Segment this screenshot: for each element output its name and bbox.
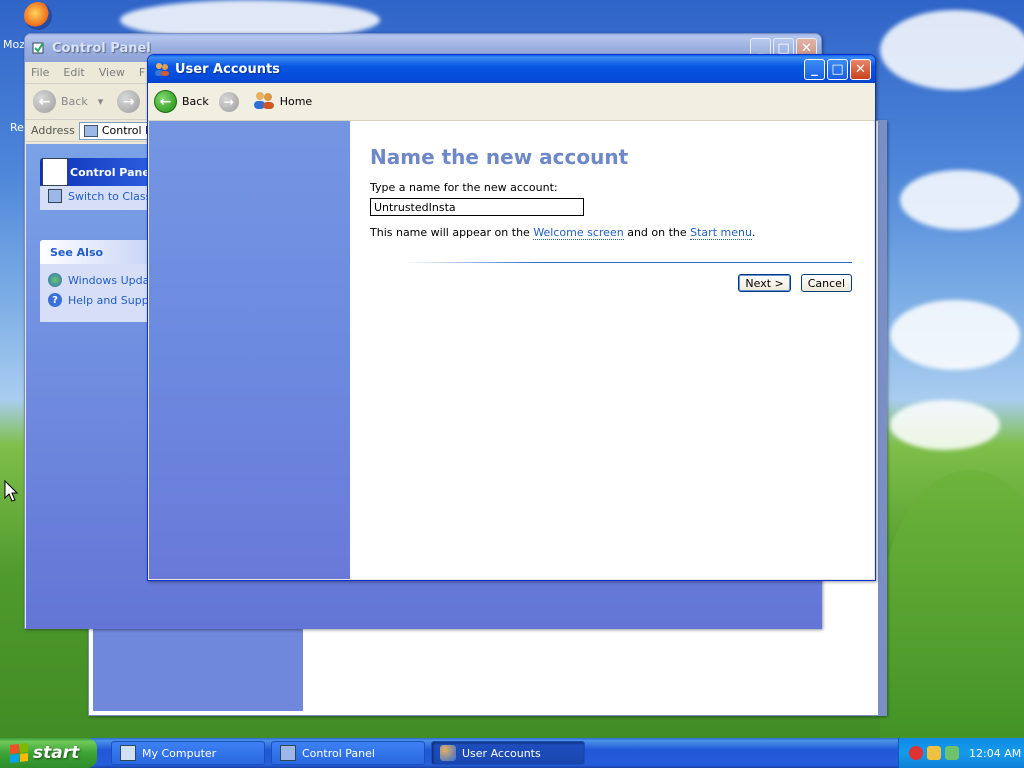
taskbar-item-my-computer[interactable]: My Computer (111, 741, 265, 765)
desktop-cloud (880, 10, 1024, 90)
menu-view[interactable]: View (99, 66, 125, 79)
user-accounts-icon (154, 61, 170, 77)
menu-favorites[interactable]: F (139, 66, 145, 79)
next-button[interactable]: Next > (738, 274, 791, 292)
background-window-sidepanel (93, 621, 303, 711)
start-menu-link[interactable]: Start menu (690, 226, 752, 240)
control-panel-taskbox-title: Control Panel (40, 158, 154, 186)
control-panel-icon (31, 40, 47, 56)
computer-icon (120, 745, 136, 761)
user-accounts-window[interactable]: User Accounts _ □ ✕ ← Back → Home Name t… (147, 54, 876, 581)
security-shield-icon[interactable] (909, 746, 923, 760)
user-accounts-title: User Accounts (175, 61, 280, 77)
switch-view-icon (48, 189, 62, 203)
taskbar: start My Computer Control Panel User Acc… (0, 738, 1024, 768)
account-name-note: This name will appear on the Welcome scr… (370, 226, 756, 240)
taskbar-item-control-panel[interactable]: Control Panel (271, 741, 425, 765)
globe-icon (48, 273, 62, 287)
minimize-button[interactable]: _ (804, 58, 825, 80)
separator-line (406, 262, 852, 263)
clock[interactable]: 12:04 AM (969, 747, 1021, 760)
start-button[interactable]: start (0, 738, 97, 768)
network-icon[interactable] (927, 746, 941, 760)
switch-view-link[interactable]: Switch to Class (40, 186, 154, 206)
desktop-icon-firefox[interactable] (16, 2, 60, 30)
forward-arrow-icon[interactable]: → (218, 91, 239, 112)
welcome-screen-link[interactable]: Welcome screen (533, 226, 624, 240)
cancel-button[interactable]: Cancel (800, 274, 852, 292)
taskbar-item-user-accounts[interactable]: User Accounts (431, 741, 585, 765)
desktop-hill (880, 470, 1024, 768)
see-also-box: See Also Windows Updat ? Help and Suppo (40, 240, 154, 322)
desktop-cloud (900, 170, 1020, 230)
background-window-border (878, 121, 886, 715)
address-folder-icon (83, 124, 98, 137)
windows-update-link[interactable]: Windows Updat (40, 270, 154, 290)
wizard-buttons: Next > Cancel (738, 274, 852, 292)
firefox-icon (24, 2, 52, 30)
menu-edit[interactable]: Edit (63, 66, 84, 79)
user-accounts-titlebar[interactable]: User Accounts _ □ ✕ (148, 55, 875, 83)
control-panel-icon (280, 745, 296, 761)
close-button[interactable]: ✕ (850, 58, 871, 80)
account-name-label: Type a name for the new account: (370, 181, 558, 194)
back-label[interactable]: Back (182, 95, 209, 108)
home-icon[interactable] (253, 91, 275, 112)
user-accounts-icon (440, 745, 456, 761)
user-accounts-body: Name the new account Type a name for the… (149, 121, 874, 579)
back-arrow-icon[interactable]: ← (154, 90, 177, 113)
desktop-icon-recycle-label: Re (10, 121, 24, 134)
address-label: Address (31, 124, 75, 137)
desktop-cloud (890, 300, 1020, 370)
account-name-input[interactable] (370, 198, 584, 216)
update-icon[interactable] (945, 746, 959, 760)
dropdown-arrow-icon[interactable]: ▾ (98, 95, 104, 108)
windows-logo-icon (10, 743, 28, 763)
control-panel-big-icon (42, 158, 68, 186)
home-label[interactable]: Home (280, 95, 312, 108)
menu-file[interactable]: File (31, 66, 49, 79)
help-icon: ? (48, 293, 62, 307)
control-panel-taskbox: Control Panel Switch to Class (40, 158, 154, 210)
mouse-cursor-icon (4, 480, 18, 502)
desktop-cloud (890, 400, 1000, 450)
forward-arrow-icon[interactable]: → (117, 90, 141, 113)
user-accounts-toolbar: ← Back → Home (148, 83, 875, 121)
back-arrow-icon[interactable]: ← (33, 90, 56, 113)
see-also-title: See Also (40, 240, 154, 264)
system-tray: 12:04 AM (898, 738, 1024, 768)
user-accounts-content: Name the new account Type a name for the… (350, 121, 874, 579)
user-accounts-sidepanel (149, 121, 350, 579)
maximize-button[interactable]: □ (827, 58, 848, 80)
page-title: Name the new account (370, 145, 629, 169)
desktop-icon-firefox-label: Moz (3, 38, 25, 51)
back-label[interactable]: Back (61, 95, 88, 108)
help-support-link[interactable]: ? Help and Suppo (40, 290, 154, 310)
